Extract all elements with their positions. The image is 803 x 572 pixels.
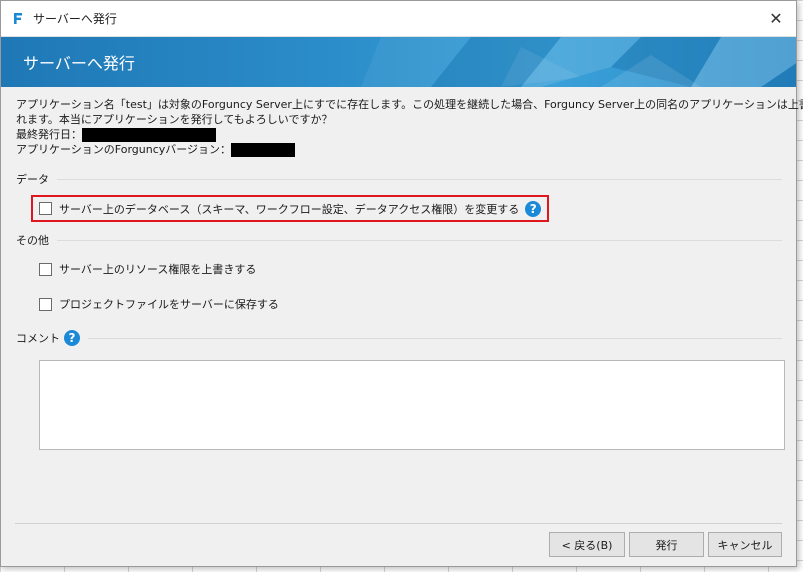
last-published-row: 最終発行日： <box>16 127 782 142</box>
warning-text-line2: れます。本当にアプリケーションを発行してもよろしいですか？ <box>16 113 333 126</box>
close-button[interactable]: ✕ <box>756 1 796 37</box>
save-project-option[interactable]: プロジェクトファイルをサーバーに保存する <box>39 294 782 314</box>
divider <box>57 239 782 241</box>
overwrite-permissions-label[interactable]: サーバー上のリソース権限を上書きする <box>59 261 256 277</box>
comment-section-title: コメント <box>16 332 60 345</box>
change-database-label[interactable]: サーバー上のデータベース（スキーマ、ワークフロー設定、データアクセス権限）を変更… <box>59 201 519 217</box>
footer-divider <box>15 523 782 524</box>
comment-section-header: コメント ? <box>16 330 782 346</box>
change-database-checkbox[interactable] <box>39 202 52 215</box>
button-bar: < 戻る(B) 発行 キャンセル <box>549 532 782 557</box>
data-section-header: データ <box>16 171 782 187</box>
help-icon[interactable]: ? <box>525 200 542 217</box>
other-section-header: その他 <box>16 232 782 248</box>
forguncy-logo-icon <box>11 12 25 26</box>
divider <box>88 337 782 339</box>
back-button[interactable]: < 戻る(B) <box>549 532 625 557</box>
highlighted-option-frame: サーバー上のデータベース（スキーマ、ワークフロー設定、データアクセス権限）を変更… <box>31 195 550 222</box>
publish-dialog: サーバーへ発行 ✕ サーバーへ発行 アプリケーション名「test」は対象のFor… <box>0 0 803 567</box>
overwrite-permissions-option[interactable]: サーバー上のリソース権限を上書きする <box>39 259 782 279</box>
header-banner: サーバーへ発行 <box>1 37 796 87</box>
window-title: サーバーへ発行 <box>33 12 117 26</box>
comment-textarea[interactable] <box>39 360 785 450</box>
overwrite-warning: アプリケーション名「test」は対象のForguncy Server上にすでに存… <box>16 97 803 157</box>
banner-title: サーバーへ発行 <box>23 54 135 73</box>
divider <box>57 178 782 180</box>
data-section-title: データ <box>16 173 49 186</box>
overwrite-permissions-checkbox[interactable] <box>39 262 52 276</box>
warning-text-line1: アプリケーション名「test」は対象のForguncy Server上にすでに存… <box>16 98 803 111</box>
title-bar: サーバーへ発行 ✕ <box>1 1 796 37</box>
dialog-content: アプリケーション名「test」は対象のForguncy Server上にすでに存… <box>1 87 803 450</box>
cancel-button[interactable]: キャンセル <box>708 532 782 557</box>
version-label: アプリケーションのForguncyバージョン： <box>16 143 232 156</box>
save-project-label[interactable]: プロジェクトファイルをサーバーに保存する <box>59 296 279 312</box>
other-section-title: その他 <box>16 234 49 247</box>
version-row: アプリケーションのForguncyバージョン： <box>16 142 782 157</box>
last-published-label: 最終発行日： <box>16 128 82 141</box>
save-project-checkbox[interactable] <box>39 297 52 311</box>
redacted-version <box>231 143 296 157</box>
redacted-date <box>82 128 216 142</box>
help-icon[interactable]: ? <box>64 330 80 346</box>
publish-button[interactable]: 発行 <box>629 532 704 557</box>
